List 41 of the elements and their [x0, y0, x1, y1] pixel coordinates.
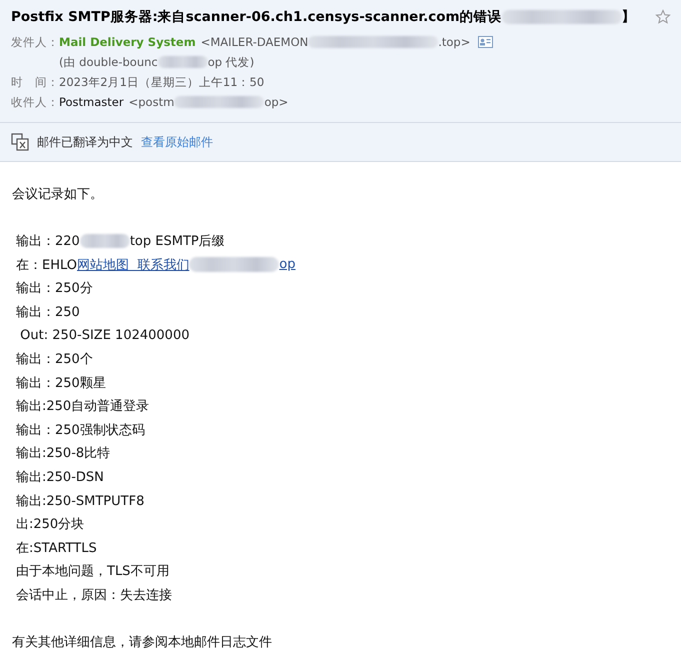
text: 输出：250分 — [16, 280, 93, 298]
subject-text: Postfix SMTP服务器:来自scanner-06.ch1.censys-scanner.com的错误 — [11, 8, 502, 26]
link[interactable]: op — [279, 257, 296, 272]
text: op 代发) — [208, 54, 254, 70]
text: <MAILER-DAEMON — [200, 35, 308, 49]
text: .top> — [438, 35, 470, 49]
text: (由 double-bounc — [59, 54, 158, 70]
body-text: 有关其他详细信息，请参阅本地邮件日志文件 — [12, 634, 273, 652]
text: 输出:250-8比特 — [16, 445, 110, 462]
link[interactable]: 网站地图 联系我们 — [77, 256, 190, 274]
text: 会话中止，原因：失去连接 — [16, 586, 172, 604]
text: 输出：250颗星 — [16, 374, 106, 392]
text: 在:STARTTLS — [16, 540, 97, 557]
text: 在：EHLO — [16, 256, 78, 274]
text: Out: 250-SIZE 102400000 — [19, 328, 190, 343]
text: 输出：220 — [16, 232, 80, 250]
text: 2023年2月1日（星期三）上午11：50 — [59, 74, 264, 90]
text: 输出:250自动普通登录 — [16, 398, 150, 416]
translation-notice: 邮件已翻译为中文 — [37, 134, 133, 150]
text: 输出:250-DSN — [16, 468, 104, 486]
redaction-blur — [80, 234, 130, 248]
field-label: 发件人： — [11, 34, 59, 50]
subject-text: 】 — [622, 8, 636, 26]
text: 出:250分块 — [16, 516, 84, 534]
text: op> — [264, 95, 288, 109]
field-label: 收件人： — [11, 94, 59, 110]
text: 输出：250强制状态码 — [16, 422, 145, 439]
text: 输出：250个 — [16, 350, 93, 368]
text: 由于本地问题，TLS不可用 — [16, 563, 170, 580]
star-icon[interactable] — [655, 9, 671, 25]
field-label: 时 间： — [11, 74, 59, 90]
recipient-name[interactable]: Postmaster — [59, 95, 124, 109]
redaction-blur — [158, 56, 208, 68]
text: 输出:250-SMTPUTF8 — [16, 492, 144, 510]
body-text: 会议记录如下。 — [12, 186, 104, 204]
view-original-link[interactable]: 查看原始邮件 — [141, 134, 213, 150]
text: 输出：250 — [16, 304, 80, 321]
text: top ESMTP后缀 — [130, 232, 225, 250]
text: <postm — [128, 95, 174, 109]
contact-card-icon[interactable] — [478, 36, 494, 48]
translate-icon — [11, 133, 29, 151]
